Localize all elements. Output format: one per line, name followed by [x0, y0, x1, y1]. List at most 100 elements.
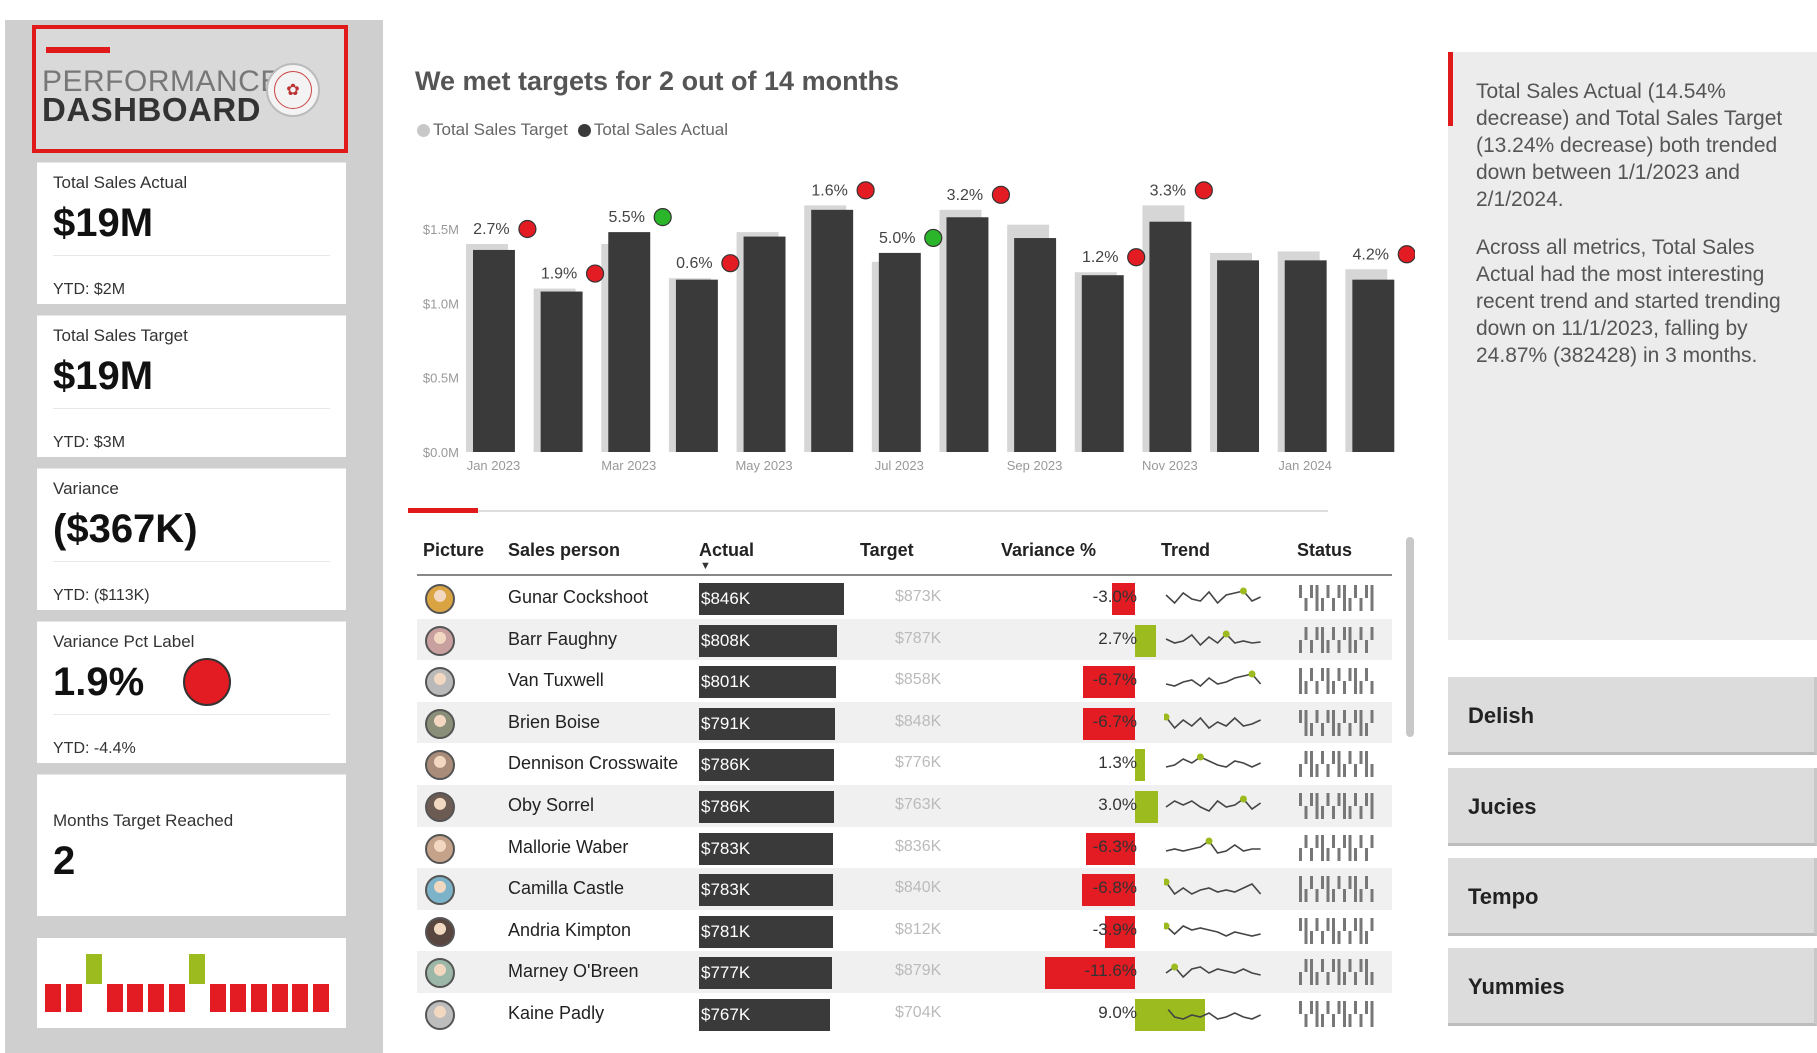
bar-actual[interactable]	[608, 232, 651, 452]
status-tick	[1326, 917, 1330, 931]
bar-actual[interactable]	[473, 249, 515, 452]
col-header-actual[interactable]: Actual	[699, 540, 754, 561]
status-tick	[1337, 847, 1341, 861]
col-header-picture[interactable]: Picture	[423, 540, 484, 561]
status-tick	[1310, 792, 1313, 806]
bar-actual[interactable]	[1014, 238, 1057, 452]
status-tick	[1343, 917, 1346, 931]
bar-actual[interactable]	[675, 279, 718, 452]
status-tick	[1359, 598, 1363, 611]
status-tick	[1370, 764, 1374, 778]
col-header-target[interactable]: Target	[860, 540, 914, 561]
monthly-status-strip	[37, 938, 346, 1028]
table-row[interactable]: Barr Faughny $808K $787K 2.7%	[417, 618, 1392, 661]
status-dot-green	[924, 228, 943, 248]
kpi-label: Months Target Reached	[53, 811, 234, 830]
actual-bar: $781K	[699, 915, 833, 948]
x-tick-label: Jul 2023	[875, 458, 924, 473]
month-status-bar	[312, 984, 329, 1012]
legend-item-actual[interactable]: Total Sales Actual	[577, 120, 728, 140]
sparkline-peak-dot	[1171, 963, 1179, 971]
status-tick	[1310, 930, 1313, 944]
legend-swatch-target	[417, 123, 430, 137]
status-tick	[1299, 876, 1302, 903]
sort-desc-icon[interactable]: ▼	[700, 560, 711, 572]
status-tick	[1370, 889, 1374, 903]
logo-accent-bar	[46, 47, 110, 53]
status-dot-red	[585, 264, 605, 283]
table-row[interactable]: Marney O'Breen $777K $879K -11.6%	[417, 951, 1392, 993]
trend-sparkline	[1164, 1003, 1261, 1020]
status-dot-red	[518, 219, 537, 239]
kpi-divider	[53, 561, 330, 562]
sales-bar-chart[interactable]: $0.0M $0.5M $1.0M $1.5M Jan 2023 Mar 2023 May …	[405, 155, 1415, 485]
kpi-ytd: YTD: $3M	[53, 434, 126, 451]
sparkline-peak-dot	[1248, 670, 1256, 678]
status-tick	[1315, 1000, 1319, 1027]
brand-button-yummies[interactable]: Yummies	[1448, 948, 1817, 1026]
bar-actual[interactable]	[1352, 279, 1395, 452]
table-scrollbar[interactable]	[1406, 537, 1414, 737]
table-row[interactable]: Andria Kimpton $781K $812K -3.9%	[417, 910, 1392, 952]
table-row[interactable]: Camilla Castle $783K $840K -6.8%	[417, 868, 1392, 910]
table-row[interactable]: Brien Boise $791K $848K -6.7%	[417, 701, 1392, 744]
table-row[interactable]: Van Tuxwell $801K $858K -6.7%	[417, 660, 1392, 702]
status-tick	[1348, 722, 1352, 736]
bar-actual[interactable]	[540, 291, 583, 452]
brand-button-delish[interactable]: Delish	[1448, 677, 1817, 755]
month-status-bar	[209, 984, 226, 1012]
col-header-variance[interactable]: Variance %	[1001, 540, 1096, 561]
table-row[interactable]: Kaine Padly $767K $704K 9.0%	[417, 993, 1392, 1035]
status-tick	[1365, 668, 1368, 682]
status-tick	[1365, 959, 1368, 986]
status-dot-red	[1127, 248, 1146, 267]
col-header-trend[interactable]: Trend	[1161, 540, 1210, 561]
status-tick	[1348, 876, 1352, 890]
status-tick	[1299, 917, 1302, 931]
status-tick	[1359, 834, 1363, 848]
bar-actual[interactable]	[1149, 221, 1192, 452]
bar-actual[interactable]	[1217, 260, 1260, 452]
bar-actual[interactable]	[811, 209, 854, 452]
brand-button-tempo[interactable]: Tempo	[1448, 858, 1817, 936]
col-header-status[interactable]: Status	[1297, 540, 1352, 561]
bar-actual[interactable]	[743, 236, 786, 452]
status-tick	[1354, 585, 1357, 598]
kpi-value: $19M	[53, 201, 154, 245]
status-tick	[1315, 917, 1319, 931]
table-row[interactable]: Gunar Cockshoot $846K $873K -3.0%	[417, 577, 1392, 619]
bar-actual[interactable]	[1081, 275, 1124, 452]
kpi-divider	[53, 255, 330, 256]
table-row[interactable]: Mallorie Waber $783K $836K -6.3%	[417, 827, 1392, 869]
table-row[interactable]: Dennison Crosswaite $786K $776K 1.3%	[417, 743, 1392, 785]
status-tick	[1337, 1000, 1341, 1014]
status-tick	[1321, 805, 1324, 819]
status-tick	[1332, 1013, 1335, 1027]
sales-person-name: Kaine Padly	[508, 1002, 605, 1023]
status-tick	[1332, 959, 1335, 973]
status-tick	[1370, 1000, 1374, 1027]
status-tick	[1315, 626, 1319, 640]
bar-actual[interactable]	[1284, 260, 1327, 452]
table-row[interactable]: Oby Sorrel $786K $763K 3.0%	[417, 784, 1392, 827]
status-tick	[1315, 709, 1319, 723]
bar-actual[interactable]	[946, 217, 989, 452]
legend-swatch-actual	[577, 123, 591, 137]
status-tick	[1299, 972, 1302, 986]
bar-actual[interactable]	[878, 252, 921, 452]
status-dot-red	[1194, 181, 1213, 200]
col-header-sales-person[interactable]: Sales person	[508, 540, 620, 561]
trend-sparkline	[1164, 713, 1261, 729]
sales-person-name: Dennison Crosswaite	[508, 753, 679, 774]
sales-person-name: Van Tuxwell	[508, 670, 604, 691]
avatar	[425, 958, 455, 989]
variance-pct: -6.3%	[1092, 836, 1137, 856]
month-status-bar	[86, 954, 103, 984]
status-pattern	[1299, 917, 1374, 944]
avatar	[425, 916, 455, 947]
actual-bar: $846K	[699, 583, 844, 615]
legend-item-target[interactable]: Total Sales Target	[417, 120, 568, 140]
sales-person-name: Brien Boise	[508, 711, 601, 732]
brand-button-jucies[interactable]: Jucies	[1448, 768, 1817, 846]
target-value: $873K	[895, 588, 942, 605]
